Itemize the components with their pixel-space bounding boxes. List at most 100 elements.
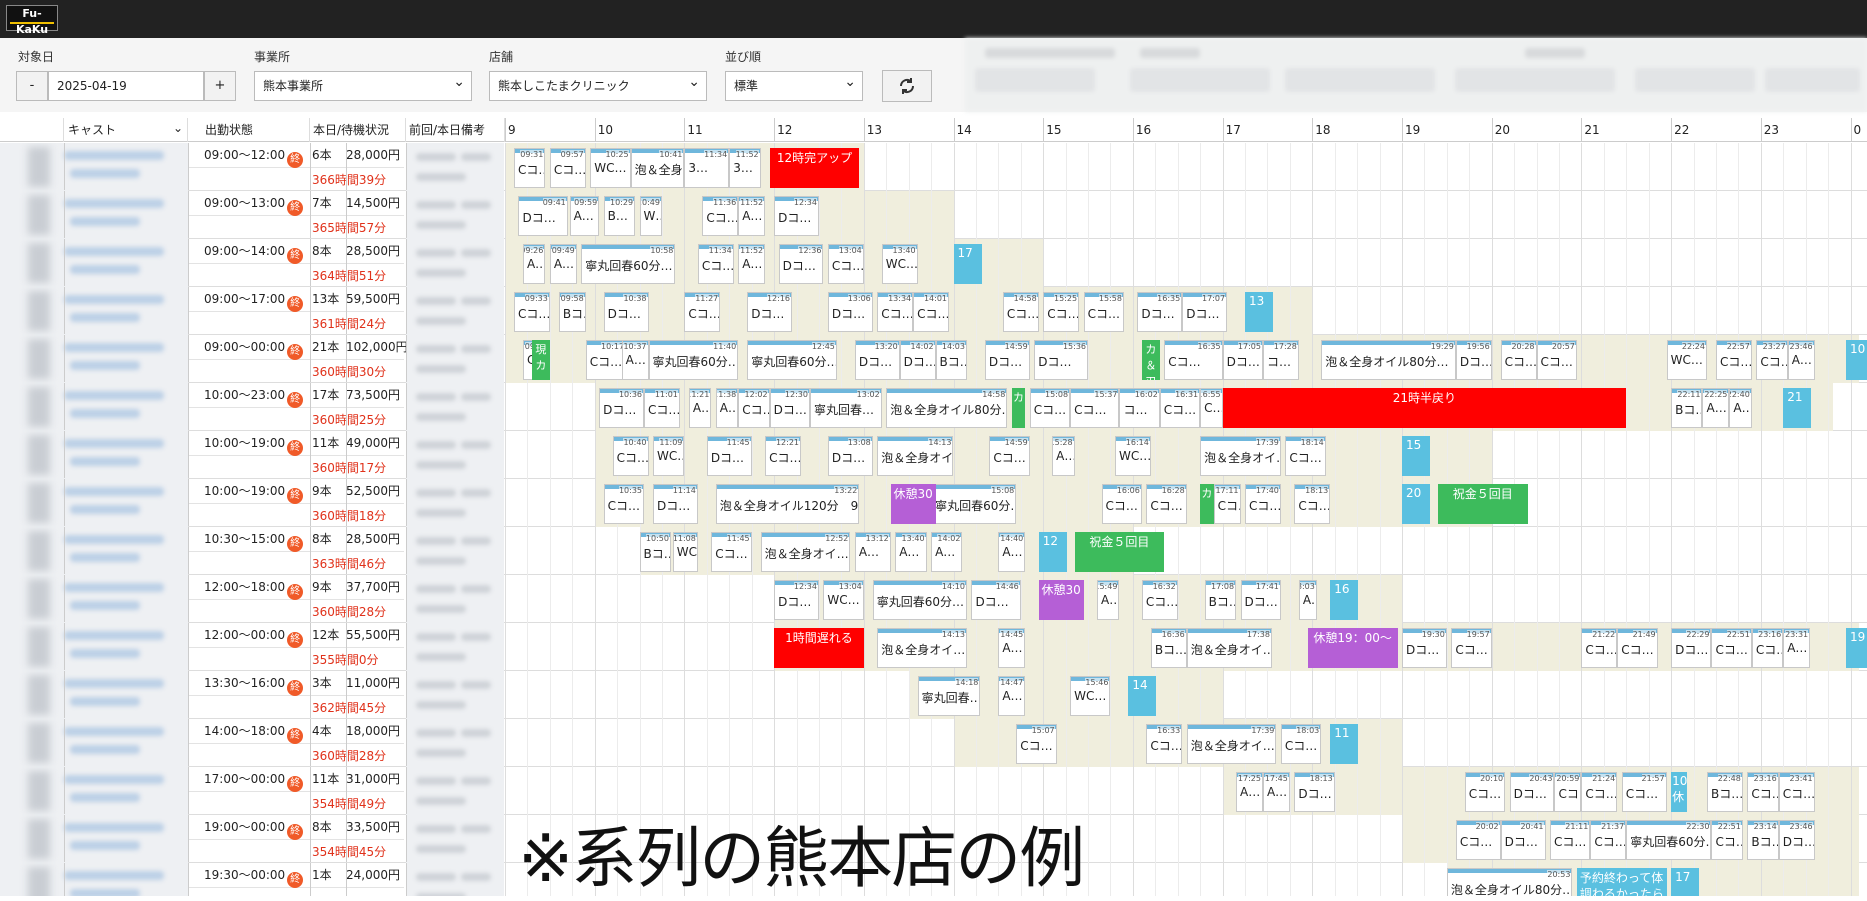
reservation-block[interactable]: 16:02 コ… [1119,388,1160,428]
reservation-block[interactable]: 22:51 Cコ… [1711,628,1752,668]
count-badge[interactable]: 19 [1846,628,1867,668]
reservation-block[interactable]: 17:38 泡＆全身オイ… [1186,628,1272,668]
reservation-block[interactable]: 12:52 泡＆全身オイ… [760,532,851,572]
reservation-block[interactable]: 14:13 泡＆全身オイ… [877,628,967,668]
end-status-icon[interactable]: 終 [287,632,304,648]
reservation-block[interactable]: 11:52 A… [738,244,766,284]
reservation-block[interactable]: 21:37 Cコ… [1590,820,1627,860]
reservation-block[interactable]: 10:58 寧丸回春60分… [581,244,676,284]
reservation-block[interactable]: 14:58 泡＆全身オイル80分… [886,388,1008,428]
cast-name-blurred[interactable] [0,479,188,527]
reservation-block[interactable]: 10:17 Cコ… [585,340,627,380]
reservation-block[interactable]: 15:07 Cコ… [1016,724,1057,764]
reservation-block[interactable]: 22:29 Dコ… [1671,628,1712,668]
reservation-block[interactable]: 17:07 Dコ… [1182,292,1228,332]
reservation-block[interactable]: 11:45 Dコ… [706,436,752,476]
payment-marker[interactable]: カ＆刃 [1141,340,1160,380]
reservation-block[interactable]: 14:10 寧丸回春60分… [872,580,967,620]
reservation-block[interactable]: 15:08 Cコ… [1029,388,1071,428]
end-status-icon[interactable]: 終 [287,296,304,312]
reservation-block[interactable]: 15:37 Cコ… [1070,388,1120,428]
cast-name-blurred[interactable] [0,191,188,239]
reservation-block[interactable]: 21:57 Cコ… [1621,772,1667,812]
reservation-block[interactable]: 23:46 Dコ… [1778,820,1815,860]
reservation-block[interactable]: 14:01 Cコ… [913,292,949,332]
cast-name-blurred[interactable] [0,719,188,767]
count-badge[interactable]: 15 [1402,436,1430,476]
memo-block[interactable]: 予約終わって体調わるかったら [1576,868,1667,896]
end-status-icon[interactable]: 終 [287,200,304,216]
cast-select[interactable]: キャスト ⌄ [64,118,188,142]
date-input[interactable]: 2025-04-19 [48,71,204,101]
reservation-block[interactable]: 20:28 Cコ… [1500,340,1537,380]
end-status-icon[interactable]: 終 [287,728,304,744]
reservation-block[interactable]: 14:59 Cコ… [989,436,1030,476]
reservation-block[interactable]: 22:48 Bコ… [1706,772,1743,812]
reservation-block[interactable]: 16:28 Cコ… [1146,484,1187,524]
reservation-block[interactable]: 18:03 Cコ… [1280,724,1322,764]
end-status-icon[interactable]: 終 [287,872,304,888]
memo-block[interactable]: 休憩30 [890,484,936,524]
count-badge[interactable]: 10休 [1671,772,1687,812]
reservation-block[interactable]: 22:24 WC… [1666,340,1707,380]
reservation-block[interactable]: 14:13 泡＆全身オイ… [877,436,954,476]
reservation-block[interactable]: 18:13 Cコ… [1294,484,1331,524]
reservation-block[interactable]: 14:18 寧丸回春… [917,676,981,716]
reservation-block[interactable]: 14:58 Cコ… [1002,292,1039,332]
reservation-block[interactable]: 19:30 Dコ… [1402,628,1447,668]
end-status-icon[interactable]: 終 [287,824,304,840]
reservation-block[interactable]: 11:08 WC… [672,532,698,572]
cast-name-blurred[interactable] [0,335,188,383]
reservation-block[interactable]: 23:14 Bコ… [1747,820,1779,860]
reservation-block[interactable]: 14:40 A… [998,532,1026,572]
cast-name-blurred[interactable] [0,431,188,479]
reservation-block[interactable]: 19:56 Dコ… [1455,340,1492,380]
memo-block[interactable]: 21時半戻り [1222,388,1627,428]
reservation-block[interactable]: 17:40 Cコ… [1245,484,1281,524]
reservation-block[interactable]: 20:59 Cコ… [1554,772,1582,812]
reservation-block[interactable]: 23:16 Cコ… [1747,772,1779,812]
reservation-block[interactable]: 17:05 Dコ… [1222,340,1263,380]
reservation-block[interactable]: 17:11 Cコ… [1213,484,1241,524]
reservation-block[interactable]: 18:03 A… [1298,580,1317,620]
count-badge[interactable]: 12 [1038,532,1067,572]
cast-name-blurred[interactable] [0,383,188,431]
reservation-block[interactable]: 11:38 A… [715,388,739,428]
reservation-block[interactable]: 14:59 Dコ… [984,340,1030,380]
reservation-block[interactable]: 12:45 寧丸回春60分… [747,340,837,380]
count-badge[interactable]: 16 [1330,580,1359,620]
memo-block[interactable]: 1時間遅れる [774,628,864,668]
reservation-block[interactable]: 20:53 泡＆全身オイル80分… [1446,868,1573,896]
reservation-block[interactable]: 16:32 Cコ… [1141,580,1178,620]
reservation-block[interactable]: 20:43 Dコ… [1509,772,1555,812]
reservation-block[interactable]: 14:02 Dコ… [899,340,936,380]
reservation-block[interactable]: 13:06 Dコ… [827,292,873,332]
memo-block[interactable]: 休憩30 [1038,580,1084,620]
sort-select[interactable]: 標準 [725,68,863,101]
reservation-block[interactable]: 15:58 Cコ… [1083,292,1124,332]
reservation-block[interactable]: 12:16 Dコ… [747,292,793,332]
reservation-block[interactable]: 11:52 3… [729,148,761,188]
count-badge[interactable]: 10 [1846,340,1867,380]
reservation-block[interactable]: 21:22 Cコ… [1581,628,1618,668]
reservation-block[interactable]: 11:01 Cコ… [644,388,680,428]
reservation-block[interactable]: 22:40 A… [1729,388,1752,428]
reservation-block[interactable]: 16:35 Cコ… [1164,340,1223,380]
memo-block[interactable]: 祝金５回目 [1437,484,1528,524]
reservation-block[interactable]: 10:41 泡＆全身オイ… [630,148,685,188]
reservation-block[interactable]: 17:39 泡＆全身オイ… [1200,436,1281,476]
reservation-block[interactable]: 23:16 Cコ… [1751,628,1784,668]
reservation-block[interactable]: 11:45 Cコ… [711,532,752,572]
payment-marker[interactable]: カ [1011,388,1026,428]
reservation-block[interactable]: 11:36 Cコ… [702,196,739,236]
reservation-block[interactable]: 10:35 Cコ… [603,484,645,524]
reservation-block[interactable]: 10:36 Dコ… [599,388,645,428]
reservation-block[interactable]: 23:31 A… [1783,628,1811,668]
reservation-block[interactable]: 22:51 Cコ… [1711,820,1743,860]
reservation-block[interactable]: 09:59 A… [569,196,600,236]
reservation-block[interactable]: 22:30 寧丸回春60分… [1626,820,1712,860]
reservation-block[interactable]: 12:34 Dコ… [774,196,819,236]
reservation-block[interactable]: 17:45 A… [1262,772,1290,812]
end-status-icon[interactable]: 終 [287,680,304,696]
end-status-icon[interactable]: 終 [287,440,304,456]
